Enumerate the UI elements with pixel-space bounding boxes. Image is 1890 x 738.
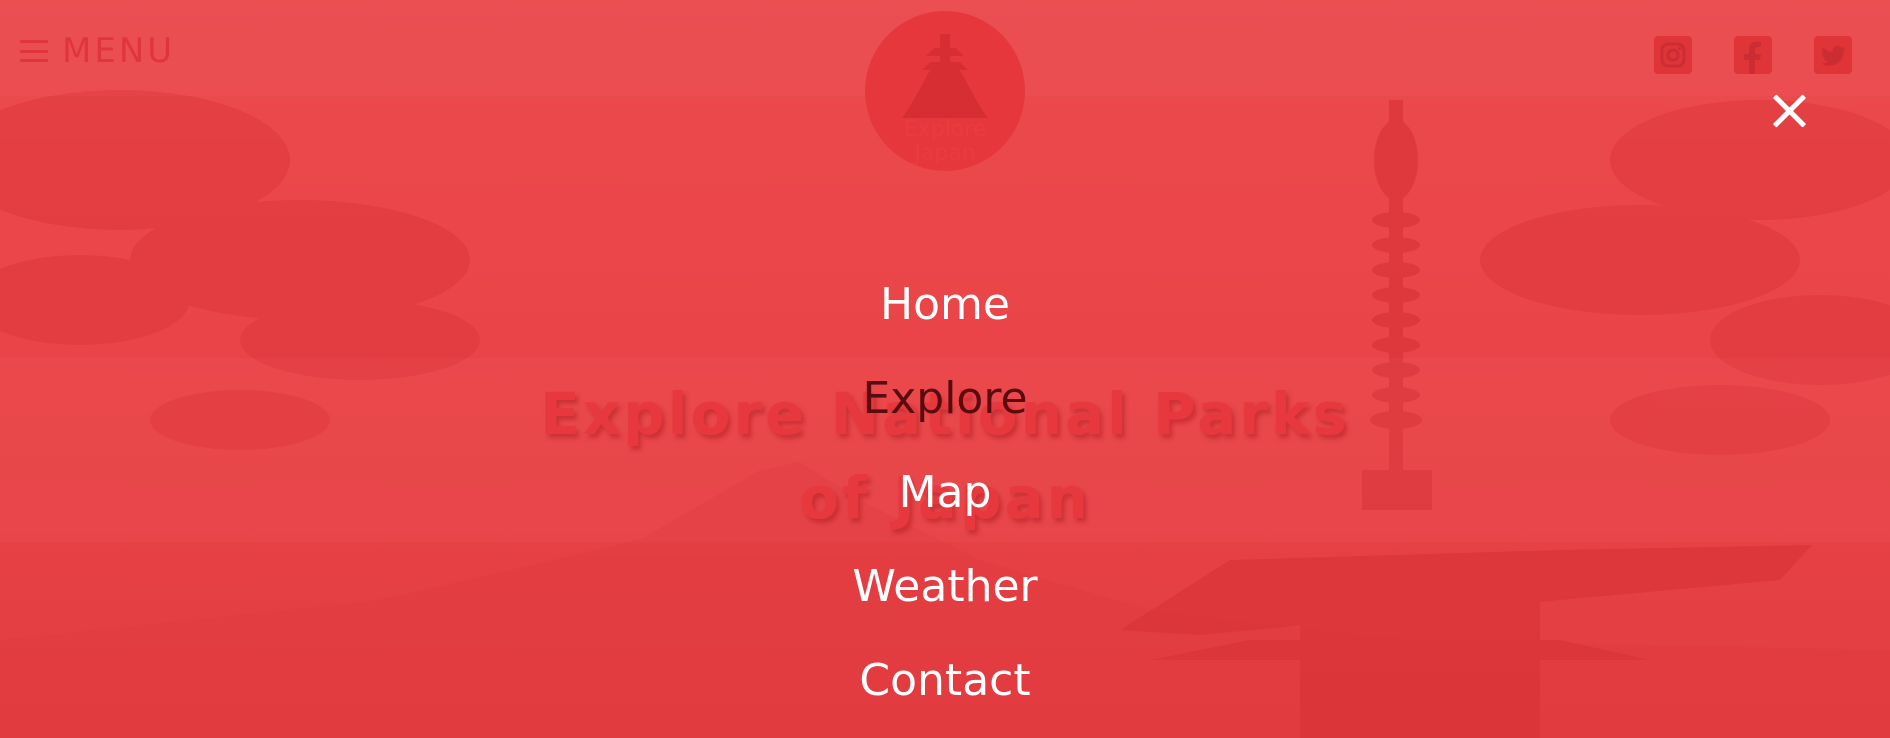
nav-link-map[interactable]: Map [899,467,992,518]
nav-link-home[interactable]: Home [880,279,1010,330]
close-icon[interactable] [1768,90,1810,132]
nav-item-contact: Contact [0,648,1890,738]
nav-item-home: Home [0,272,1890,366]
overlay-nav: Home Explore Map Weather Contact [0,272,1890,738]
nav-item-map: Map [0,460,1890,554]
nav-item-weather: Weather [0,554,1890,648]
nav-overlay: Home Explore Map Weather Contact [0,0,1890,738]
nav-link-explore[interactable]: Explore [862,373,1027,424]
nav-item-explore: Explore [0,366,1890,460]
nav-link-weather[interactable]: Weather [852,561,1037,612]
nav-link-contact[interactable]: Contact [859,655,1030,706]
